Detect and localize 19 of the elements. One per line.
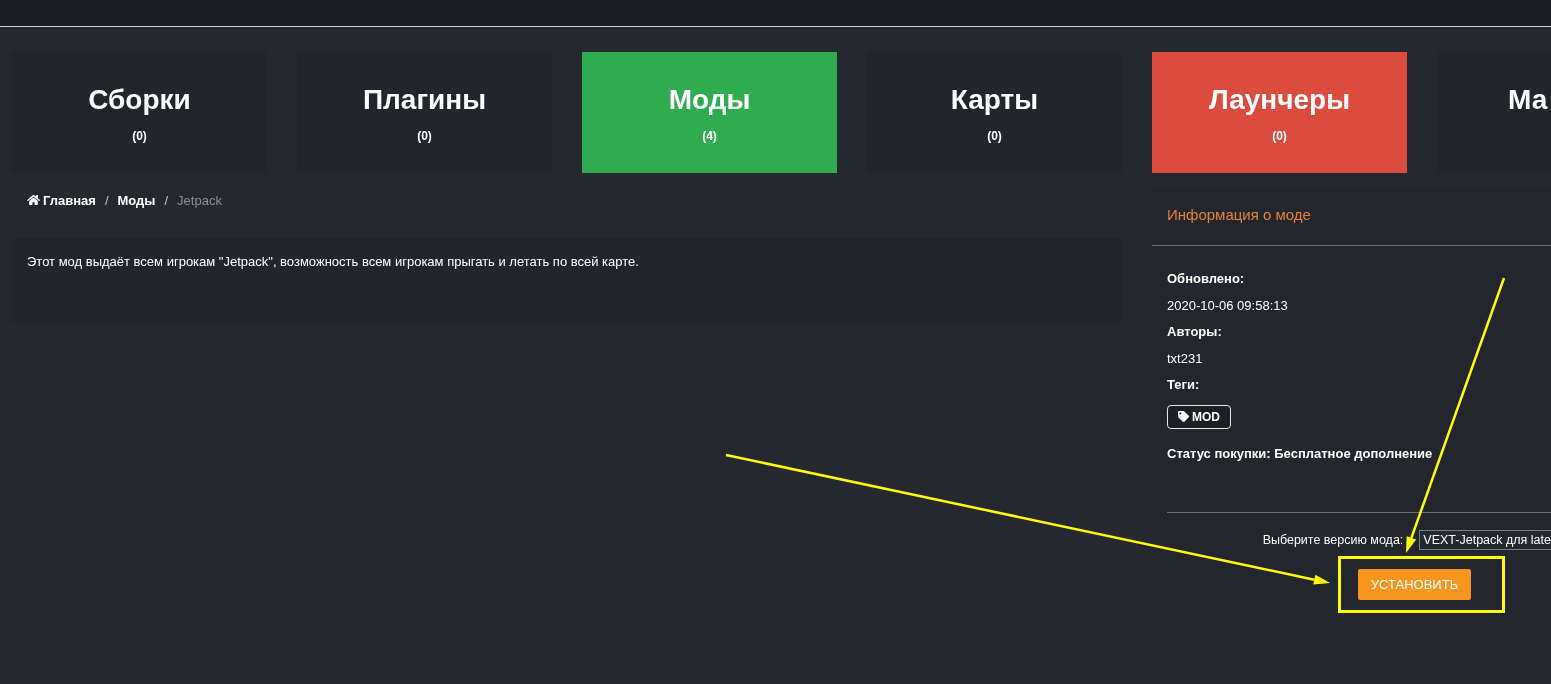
detail-label: Теги:	[1167, 376, 1201, 394]
detail-value: 2020-10-06 09:58:13	[1167, 296, 1289, 315]
mod-description: Этот мод выдаёт всем игрокам "Jetpack", возможность всем игрокам прыгать и летать по всей карте.	[27, 254, 640, 270]
tag-icon	[1178, 411, 1189, 422]
detail-label: Обновлено:	[1167, 270, 1246, 288]
purchase-status: Статус покупки: Бесплатное дополнение	[1167, 444, 1434, 463]
breadcrumb-link[interactable]: Моды	[117, 192, 156, 208]
home-icon	[27, 194, 40, 206]
version-select[interactable]: VEXT-Jetpack для late	[1419, 530, 1551, 550]
version-label: Выберите версию мода:	[1262, 533, 1404, 547]
breadcrumb-link[interactable]: Главная	[27, 192, 96, 208]
category-tile[interactable]: Лаунчеры (0)	[1152, 52, 1407, 173]
breadcrumb-separator: /	[104, 192, 109, 208]
panel-title: Информация о моде	[1167, 205, 1312, 225]
current-page-title: Jetpack	[177, 192, 222, 208]
detail-value: txt231	[1167, 349, 1204, 368]
tag-button[interactable]: MOD	[1167, 404, 1231, 429]
detail-label: Авторы:	[1167, 323, 1223, 341]
breadcrumb-separator: /	[164, 192, 169, 208]
